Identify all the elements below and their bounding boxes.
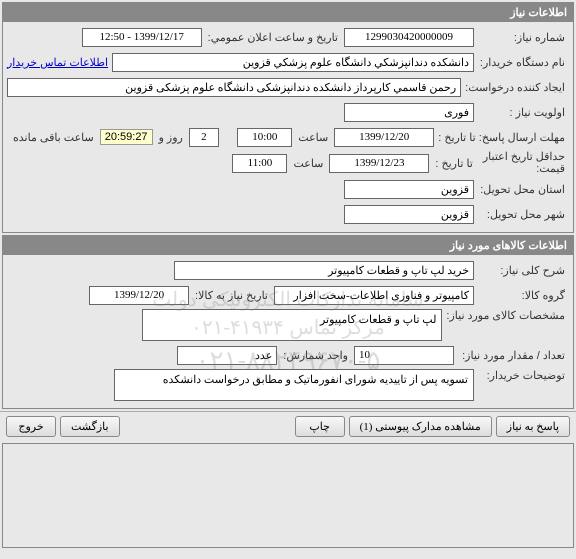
delivery-province-label: استان محل تحویل: — [474, 183, 569, 196]
spec-label: مشخصات کالای مورد نیاز: — [442, 309, 569, 322]
spec-input[interactable] — [142, 309, 442, 341]
remaining-label: ساعت باقی مانده — [7, 131, 100, 144]
days-label: روز و — [153, 131, 189, 144]
min-valid-time[interactable] — [232, 154, 287, 173]
creator-label: ایجاد کننده درخواست: — [461, 81, 569, 94]
buyer-name-input[interactable] — [112, 53, 474, 72]
creator-input[interactable] — [7, 78, 461, 97]
unit-input[interactable] — [177, 346, 277, 365]
priority-label: اولویت نیاز : — [474, 106, 569, 119]
goods-info-panel: اطلاعات کالاهای مورد نیاز سامانه تدارکات… — [2, 235, 574, 409]
back-button[interactable]: بازگشت — [60, 416, 120, 437]
print-button[interactable]: چاپ — [295, 416, 345, 437]
time-label-2: ساعت — [287, 157, 329, 170]
qty-label: تعداد / مقدار مورد نیاز: — [454, 349, 569, 362]
announce-date-label: تاریخ و ساعت اعلان عمومي: — [202, 31, 344, 44]
need-date-label: تاریخ نیاز به کالا: — [189, 289, 274, 302]
need-date-input[interactable] — [89, 286, 189, 305]
need-info-header: اطلاعات نیاز — [3, 3, 573, 22]
bottom-bar: پاسخ به نیاز مشاهده مدارک پیوستی (1) چاپ… — [0, 411, 576, 441]
time-label-1: ساعت — [292, 131, 334, 144]
attachments-button[interactable]: مشاهده مدارک پیوستی (1) — [349, 416, 492, 437]
delivery-province[interactable] — [344, 180, 474, 199]
deadline-send-label: مهلت ارسال پاسخ: تا تاریخ : — [434, 131, 569, 144]
buyer-note-label: توضیحات خریدار: — [474, 369, 569, 382]
min-valid-to-label: تا تاریخ : — [429, 157, 478, 170]
unit-label: واحد شمارش: — [277, 349, 354, 362]
group-label: گروه کالا: — [474, 289, 569, 302]
qty-input[interactable] — [354, 346, 454, 365]
buyer-name-label: نام دستگاه خریدار: — [474, 56, 569, 69]
desc-input[interactable] — [174, 261, 474, 280]
deadline-send-time[interactable] — [237, 128, 292, 147]
need-no-input[interactable] — [344, 28, 474, 47]
delivery-city-label: شهر محل تحویل: — [474, 208, 569, 221]
days-remaining[interactable] — [189, 128, 219, 147]
time-remaining: 20:59:27 — [100, 129, 153, 145]
announce-date-input[interactable] — [82, 28, 202, 47]
need-info-panel: اطلاعات نیاز شماره نیاز: تاریخ و ساعت اع… — [2, 2, 574, 233]
respond-button[interactable]: پاسخ به نیاز — [496, 416, 570, 437]
buyer-note-input[interactable] — [114, 369, 474, 401]
delivery-city[interactable] — [344, 205, 474, 224]
exit-button[interactable]: خروج — [6, 416, 56, 437]
deadline-send-date[interactable] — [334, 128, 434, 147]
min-valid-label: حداقل تاریخ اعتبار قیمت: — [479, 151, 569, 175]
contact-link[interactable]: اطلاعات تماس خریدار — [7, 56, 108, 69]
empty-bottom-area — [2, 443, 574, 548]
need-no-label: شماره نیاز: — [474, 31, 569, 44]
group-input[interactable] — [274, 286, 474, 305]
priority-input[interactable] — [344, 103, 474, 122]
goods-info-header: اطلاعات کالاهای مورد نیاز — [3, 236, 573, 255]
desc-label: شرح کلی نیاز: — [474, 264, 569, 277]
min-valid-date[interactable] — [329, 154, 429, 173]
